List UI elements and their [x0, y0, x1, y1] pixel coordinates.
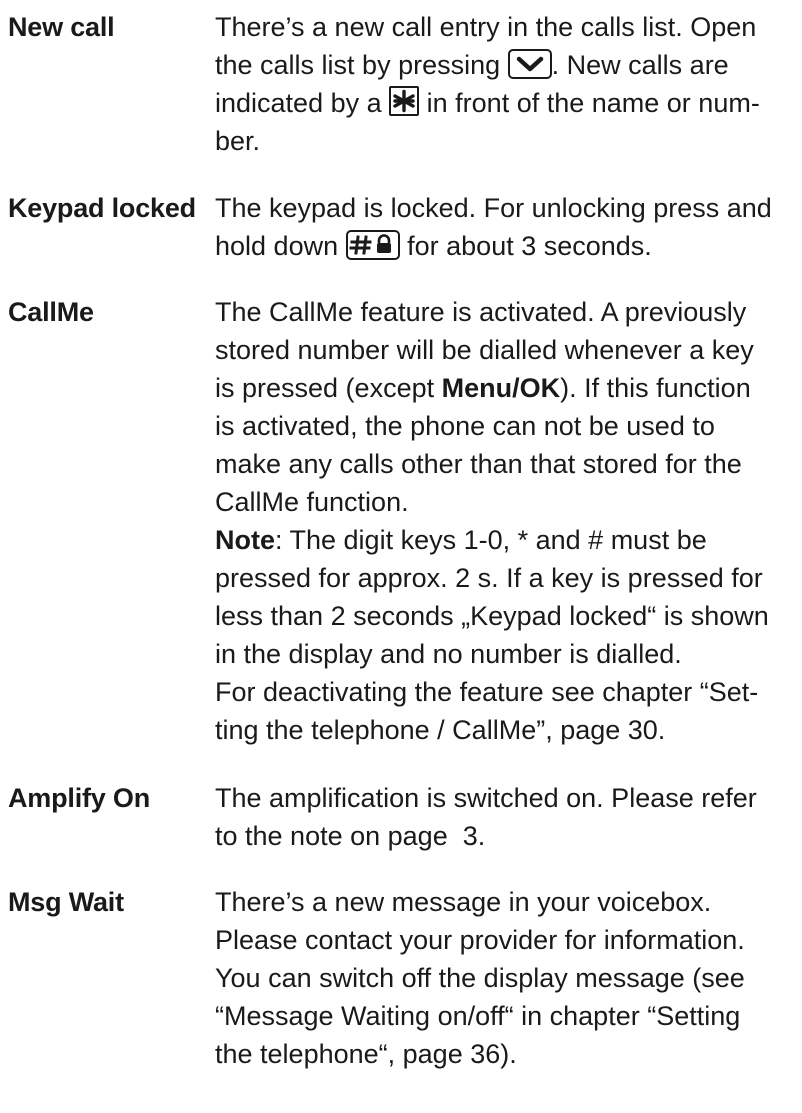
- hash-lock-key-icon: [345, 230, 400, 260]
- term-keypad-locked: Keypad locked: [8, 193, 196, 223]
- desc-line: indicated by a in front of the name or n…: [215, 84, 795, 122]
- desc-line: is pressed (except Menu/OK). If this fun…: [215, 369, 795, 407]
- star-key-icon: [389, 86, 420, 116]
- desc-line: stored number will be dialled whenever a…: [215, 335, 754, 365]
- desc-line: There’s a new call entry in the calls li…: [215, 12, 757, 42]
- desc-line: hold down for about 3 seconds.: [215, 227, 795, 265]
- desc-line: pressed for approx. 2 s. If a key is pre…: [215, 563, 763, 593]
- desc-line: There’s a new message in your voicebox.: [215, 887, 712, 917]
- desc-new-call: There’s a new call entry in the calls li…: [215, 8, 795, 160]
- desc-line: For deactivating the feature see chapter…: [215, 677, 759, 707]
- desc-callme: The CallMe feature is activated. A previ…: [215, 293, 795, 749]
- desc-line: is activated, the phone can not be used …: [215, 411, 715, 441]
- desc-text: in front of the name or num-: [426, 88, 760, 118]
- desc-line: Please contact your provider for informa…: [215, 925, 745, 955]
- desc-keypad-locked: The keypad is locked. For unlocking pres…: [215, 189, 795, 265]
- term-new-call: New call: [8, 12, 115, 42]
- note-label: Note: [215, 525, 275, 555]
- desc-line: to the note on page 3.: [215, 821, 486, 851]
- desc-line: Note: The digit keys 1-0, * and # must b…: [215, 521, 795, 559]
- term-callme: CallMe: [8, 297, 94, 327]
- desc-text: the calls list by pressing: [215, 50, 501, 80]
- desc-text: for about 3 seconds.: [407, 231, 652, 261]
- desc-text: indicated by a: [215, 88, 382, 118]
- desc-text: ). If this function: [560, 373, 751, 403]
- desc-line: in the display and no number is dialled.: [215, 639, 682, 669]
- desc-line: The CallMe feature is activated. A previ…: [215, 297, 747, 327]
- desc-line: the calls list by pressing . New calls a…: [215, 46, 795, 84]
- desc-amplify-on: The amplification is switched on. Please…: [215, 779, 795, 855]
- desc-line: CallMe function.: [215, 487, 409, 517]
- desc-line: ber.: [215, 126, 261, 156]
- desc-line: The amplification is switched on. Please…: [215, 783, 757, 813]
- desc-line: make any calls other than that stored fo…: [215, 449, 742, 479]
- desc-msg-wait: There’s a new message in your voicebox. …: [215, 883, 795, 1073]
- menu-ok-key-label: Menu/OK: [441, 373, 561, 403]
- term-msg-wait: Msg Wait: [8, 887, 124, 917]
- desc-line: You can switch off the display message (…: [215, 963, 745, 993]
- desc-line: ting the telephone / CallMe”, page 30.: [215, 715, 666, 745]
- term-amplify-on: Amplify On: [8, 783, 151, 813]
- desc-line: “Message Waiting on/off“ in chapter “Set…: [215, 1001, 741, 1031]
- desc-line: The keypad is locked. For unlocking pres…: [215, 193, 772, 223]
- desc-text: is pressed (except: [215, 373, 435, 403]
- desc-text: : The digit keys 1-0, * and # must be: [275, 525, 707, 555]
- chevron-down-key-icon: [507, 49, 552, 79]
- desc-text: . New calls are: [551, 50, 729, 80]
- desc-text: hold down: [215, 231, 339, 261]
- desc-line: the telephone“, page 36).: [215, 1039, 517, 1069]
- desc-line: less than 2 seconds „Keypad locked“ is s…: [215, 601, 769, 631]
